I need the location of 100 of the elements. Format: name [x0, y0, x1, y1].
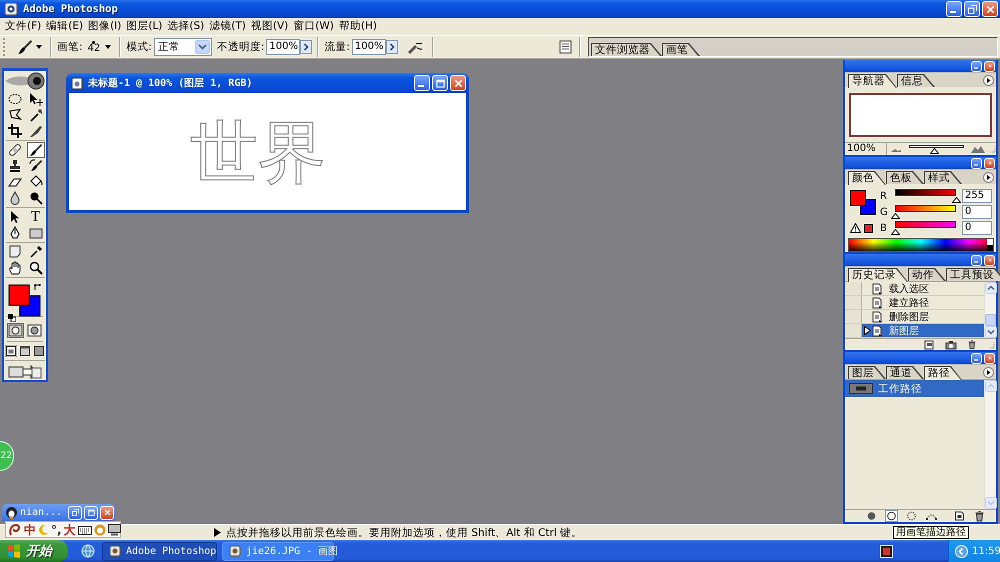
palette-tab[interactable]: 画笔	[662, 43, 700, 56]
menu-item[interactable]: 编辑(E)	[44, 19, 86, 34]
brush-tip-icon	[92, 40, 96, 44]
scroll-down-icon[interactable]	[985, 326, 997, 338]
trash-icon[interactable]	[967, 339, 977, 350]
palette-tab[interactable]: 动作	[908, 268, 946, 281]
channel-value-field[interactable]: 0	[962, 221, 992, 235]
history-brush-icon[interactable]	[26, 158, 44, 174]
frame-circle-icon[interactable]	[7, 323, 24, 338]
play-icon[interactable]	[214, 528, 221, 537]
channel-value-field[interactable]: 255	[962, 189, 992, 203]
slider-thumb[interactable]	[891, 229, 900, 235]
crop-icon[interactable]	[6, 123, 24, 139]
close-button[interactable]	[982, 1, 998, 17]
close-button[interactable]	[984, 352, 995, 364]
minimize-button[interactable]	[946, 1, 962, 17]
palette-tab[interactable]: 导航器	[848, 74, 897, 88]
channel-value-field[interactable]: 0	[962, 205, 992, 219]
keyboard-icon[interactable]	[78, 524, 92, 534]
history-step[interactable]: 载入选区	[845, 282, 984, 296]
close-button[interactable]	[984, 60, 995, 72]
menu-item[interactable]: 图像(I)	[86, 19, 124, 34]
brush-icon[interactable]	[26, 142, 44, 158]
document-icon[interactable]	[559, 40, 572, 54]
restore-button[interactable]	[964, 1, 980, 17]
zoom-field[interactable]: 100%	[845, 143, 887, 155]
scroll-up-icon[interactable]	[985, 282, 997, 294]
start-button[interactable]: 开始	[0, 540, 68, 562]
minimize-button[interactable]	[971, 60, 982, 72]
dotted-ellipse-icon[interactable]	[6, 91, 24, 107]
palette-tab[interactable]: 颜色	[848, 171, 886, 185]
default-colors-icon[interactable]	[8, 314, 16, 322]
palette-tab[interactable]: 通道	[886, 366, 924, 379]
history-step[interactable]: 建立路径	[845, 296, 984, 310]
menu-item[interactable]: 滤镜(T)	[207, 19, 248, 34]
menu-item[interactable]: 图层(L)	[124, 19, 164, 34]
screen-icon[interactable]	[33, 345, 45, 357]
palette-tab[interactable]: 图层	[848, 366, 886, 379]
computer-icon[interactable]	[108, 524, 121, 536]
dotted-circle-icon[interactable]	[905, 510, 918, 522]
camera-icon[interactable]	[945, 340, 957, 350]
palette-menu-icon[interactable]	[983, 172, 994, 183]
tray-icon[interactable]	[880, 544, 893, 558]
new-page-icon[interactable]	[953, 510, 966, 522]
new-document-icon[interactable]	[924, 340, 935, 350]
window-bar-icon[interactable]	[19, 345, 31, 357]
gamut-color-swatch[interactable]	[864, 224, 873, 232]
filled-circle-icon[interactable]	[865, 510, 878, 522]
color-swatches-icon[interactable]	[8, 284, 41, 317]
palette-tab[interactable]: 文件浏览器	[591, 43, 662, 56]
menu-item[interactable]: 窗口(W)	[291, 19, 336, 34]
large-mountain-icon[interactable]	[971, 145, 985, 153]
arrow-right-icon[interactable]	[300, 40, 312, 54]
punctuation-toggle[interactable]: °,	[51, 522, 62, 536]
palette-tab[interactable]: 路径	[924, 366, 962, 380]
circle-outline-icon[interactable]	[885, 510, 898, 522]
globe-icon[interactable]	[81, 544, 95, 558]
close-button[interactable]	[450, 75, 466, 91]
brush-picker[interactable]: 42	[84, 36, 114, 58]
path-row[interactable]: 工作路径	[845, 380, 984, 397]
palette-tab[interactable]: 色板	[886, 171, 924, 184]
minimize-button[interactable]	[971, 352, 982, 364]
slider-thumb[interactable]	[952, 197, 961, 203]
type-tool-button[interactable]: T	[26, 209, 44, 225]
width-toggle[interactable]: 大	[64, 522, 76, 536]
history-step[interactable]: 新图层	[845, 324, 984, 338]
close-button[interactable]	[984, 158, 995, 168]
palette-tab[interactable]: 样式	[924, 171, 962, 184]
minimize-button[interactable]	[414, 75, 430, 91]
taskbar-button[interactable]: Adobe Photoshop	[102, 542, 217, 560]
jump-arrow-icon[interactable]	[8, 364, 42, 380]
minimize-button[interactable]	[971, 158, 982, 168]
language-toggle[interactable]: 中	[24, 522, 36, 536]
close-button[interactable]	[984, 254, 995, 266]
mode-select[interactable]: 正常	[154, 38, 212, 56]
maximize-button[interactable]	[84, 506, 98, 520]
palette-menu-icon[interactable]	[983, 367, 994, 378]
opacity-field[interactable]: 100%	[266, 39, 300, 55]
arrow-right-icon[interactable]	[386, 40, 398, 54]
swap-arrows-icon[interactable]	[34, 284, 41, 291]
minimize-button[interactable]	[971, 254, 982, 266]
color-swatches-icon[interactable]	[850, 190, 876, 215]
trash-icon[interactable]	[973, 510, 986, 522]
menu-item[interactable]: 视图(V)	[248, 19, 290, 34]
menu-item[interactable]: 帮助(H)	[336, 19, 379, 34]
flow-field[interactable]: 100%	[352, 39, 386, 55]
color-spectrum[interactable]	[848, 238, 994, 252]
scrollbar[interactable]	[984, 282, 996, 338]
palette-tab[interactable]: 信息	[897, 74, 935, 87]
menu-item[interactable]: 文件(F)	[3, 19, 44, 34]
window-frame-icon[interactable]	[5, 345, 17, 357]
scroll-thumb[interactable]	[985, 314, 996, 326]
history-pointer-icon[interactable]	[864, 326, 870, 335]
close-button[interactable]	[100, 506, 114, 520]
palette-menu-icon[interactable]	[983, 75, 994, 86]
palette-tab[interactable]: 历史记录	[848, 268, 908, 282]
restore-button[interactable]	[68, 506, 82, 520]
maximize-button[interactable]	[432, 75, 448, 91]
slider-thumb[interactable]	[891, 213, 900, 219]
menu-item[interactable]: 选择(S)	[165, 19, 206, 34]
